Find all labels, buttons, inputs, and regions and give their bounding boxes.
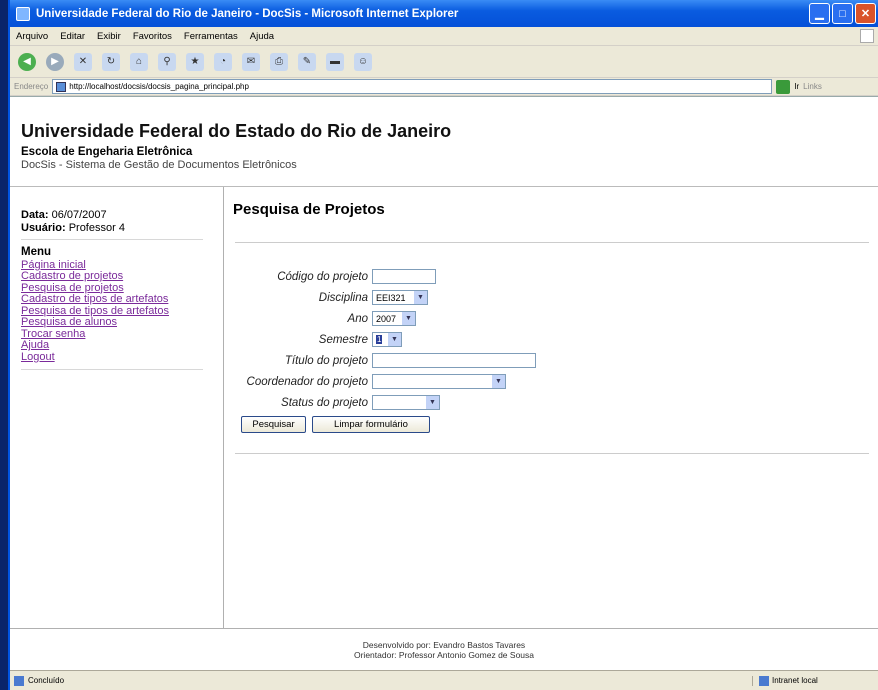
- sidebar: Data: 06/07/2007 Usuário: Professor 4 Me…: [10, 187, 224, 628]
- site-header: Universidade Federal do Estado do Rio de…: [10, 97, 878, 185]
- links-label[interactable]: Links: [803, 82, 822, 91]
- window-title: Universidade Federal do Rio de Janeiro -…: [36, 7, 459, 20]
- page-title: Pesquisa de Projetos: [233, 201, 385, 218]
- status-text: Concluído: [28, 676, 65, 685]
- ano-value: 2007: [376, 313, 397, 324]
- footer-developer: Desenvolvido por: Evandro Bastos Tavares: [362, 640, 526, 650]
- browser-window: Universidade Federal do Rio de Janeiro -…: [8, 0, 878, 690]
- home-icon[interactable]: ⌂: [130, 52, 148, 71]
- status-bar: Concluído Intranet local: [10, 670, 878, 690]
- clear-form-button[interactable]: Limpar formulário: [312, 416, 430, 433]
- sidebar-item-pesquisa-alunos[interactable]: Pesquisa de alunos: [21, 316, 223, 329]
- titulo-input[interactable]: [372, 353, 536, 368]
- sidebar-item-cadastro-tipos-artefatos[interactable]: Cadastro de tipos de artefatos: [21, 293, 223, 306]
- menu-arquivo[interactable]: Arquivo: [16, 31, 48, 42]
- user-label: Usuário:: [21, 222, 66, 234]
- titulo-label: Título do projeto: [284, 354, 368, 367]
- search-icon[interactable]: ⚲: [158, 52, 176, 71]
- menu-bar: Arquivo Editar Exibir Favoritos Ferramen…: [10, 27, 878, 46]
- disciplina-select[interactable]: EEI321 ▼: [372, 290, 428, 305]
- codigo-input[interactable]: [372, 269, 436, 284]
- disciplina-label: Disciplina: [318, 291, 368, 304]
- maximize-button[interactable]: □: [832, 3, 853, 24]
- chevron-down-icon: ▼: [492, 375, 505, 388]
- edit-icon[interactable]: ✎: [298, 52, 316, 71]
- school-name: Escola de Engeharia Eletrônica: [21, 146, 193, 158]
- web-page: Universidade Federal do Estado do Rio de…: [10, 96, 878, 670]
- user-value: Professor 4: [68, 222, 125, 234]
- mail-icon[interactable]: ✉: [242, 52, 260, 71]
- ano-label: Ano: [347, 312, 368, 325]
- sidebar-item-cadastro-projetos[interactable]: Cadastro de projetos: [21, 270, 223, 283]
- zone-text: Intranet local: [772, 676, 818, 685]
- date-label: Data:: [21, 209, 49, 221]
- main-content: Pesquisa de Projetos Código do projeto D…: [225, 187, 878, 628]
- menu-ferramentas[interactable]: Ferramentas: [184, 31, 238, 42]
- search-button[interactable]: Pesquisar: [241, 416, 306, 433]
- refresh-icon[interactable]: ↻: [102, 52, 120, 71]
- address-url: http://localhost/docsis/docsis_pagina_pr…: [69, 82, 249, 91]
- semestre-label: Semestre: [318, 333, 368, 346]
- chevron-down-icon: ▼: [388, 333, 401, 346]
- menu-ajuda[interactable]: Ajuda: [250, 31, 274, 42]
- ano-select[interactable]: 2007 ▼: [372, 311, 416, 326]
- title-bar: Universidade Federal do Rio de Janeiro -…: [10, 0, 878, 27]
- security-zone: Intranet local: [752, 675, 872, 686]
- coordenador-select[interactable]: ▼: [372, 374, 506, 389]
- menu-title: Menu: [21, 246, 52, 258]
- menu-favoritos[interactable]: Favoritos: [133, 31, 172, 42]
- user-info: Data: 06/07/2007 Usuário: Professor 4: [10, 187, 223, 239]
- intranet-icon: [759, 675, 769, 686]
- forward-icon[interactable]: ▶: [46, 52, 64, 71]
- favorites-icon[interactable]: ★: [186, 52, 204, 71]
- address-label: Endereço: [14, 82, 49, 91]
- site-footer: Desenvolvido por: Evandro Bastos Tavares…: [10, 628, 878, 671]
- chevron-down-icon: ▼: [414, 291, 427, 304]
- sidebar-item-ajuda[interactable]: Ajuda: [21, 339, 223, 352]
- semestre-select[interactable]: 1 ▼: [372, 332, 402, 347]
- print-icon[interactable]: ⎙: [270, 52, 288, 71]
- sidebar-divider-bottom: [21, 369, 203, 370]
- system-name: DocSis - Sistema de Gestão de Documentos…: [21, 159, 297, 171]
- codigo-label: Código do projeto: [277, 270, 368, 283]
- history-icon[interactable]: ◔: [214, 52, 232, 71]
- date-value: 06/07/2007: [51, 209, 107, 221]
- status-select[interactable]: ▼: [372, 395, 440, 410]
- disciplina-value: EEI321: [376, 292, 406, 303]
- chevron-down-icon: ▼: [402, 312, 415, 325]
- messenger-icon[interactable]: ☺: [354, 52, 372, 71]
- windows-flag-icon: [860, 29, 874, 43]
- go-label[interactable]: Ir: [794, 82, 799, 91]
- status-label: Status do projeto: [281, 396, 368, 409]
- done-page-icon: [14, 675, 24, 686]
- back-icon[interactable]: ◀: [18, 52, 36, 71]
- coordenador-label: Coordenador do projeto: [246, 375, 368, 388]
- toolbar: ◀ ▶ ✕ ↻ ⌂ ⚲ ★ ◔ ✉ ⎙ ✎ ▬ ☺: [10, 46, 878, 78]
- site-title: Universidade Federal do Estado do Rio de…: [21, 121, 452, 141]
- sidebar-item-trocar-senha[interactable]: Trocar senha: [21, 328, 223, 341]
- stop-icon[interactable]: ✕: [74, 52, 92, 71]
- close-button[interactable]: ✕: [855, 3, 876, 24]
- menu-exibir[interactable]: Exibir: [97, 31, 121, 42]
- folder-icon[interactable]: ▬: [326, 52, 344, 71]
- page-icon: [56, 81, 67, 92]
- footer-advisor: Orientador: Professor Antonio Gomez de S…: [353, 650, 534, 660]
- semestre-value: 1: [376, 335, 383, 344]
- address-input[interactable]: http://localhost/docsis/docsis_pagina_pr…: [52, 79, 773, 94]
- content-divider-bottom: [235, 453, 869, 454]
- chevron-down-icon: ▼: [426, 396, 439, 409]
- sidebar-menu: Menu Página inicial Cadastro de projetos…: [10, 240, 223, 369]
- minimize-button[interactable]: ▁: [809, 3, 830, 24]
- ie-icon: [16, 6, 30, 21]
- menu-editar[interactable]: Editar: [60, 31, 85, 42]
- sidebar-item-logout[interactable]: Logout: [21, 351, 223, 364]
- content-divider-top: [235, 242, 869, 243]
- go-icon[interactable]: [776, 79, 791, 94]
- address-bar: Endereço http://localhost/docsis/docsis_…: [10, 78, 878, 96]
